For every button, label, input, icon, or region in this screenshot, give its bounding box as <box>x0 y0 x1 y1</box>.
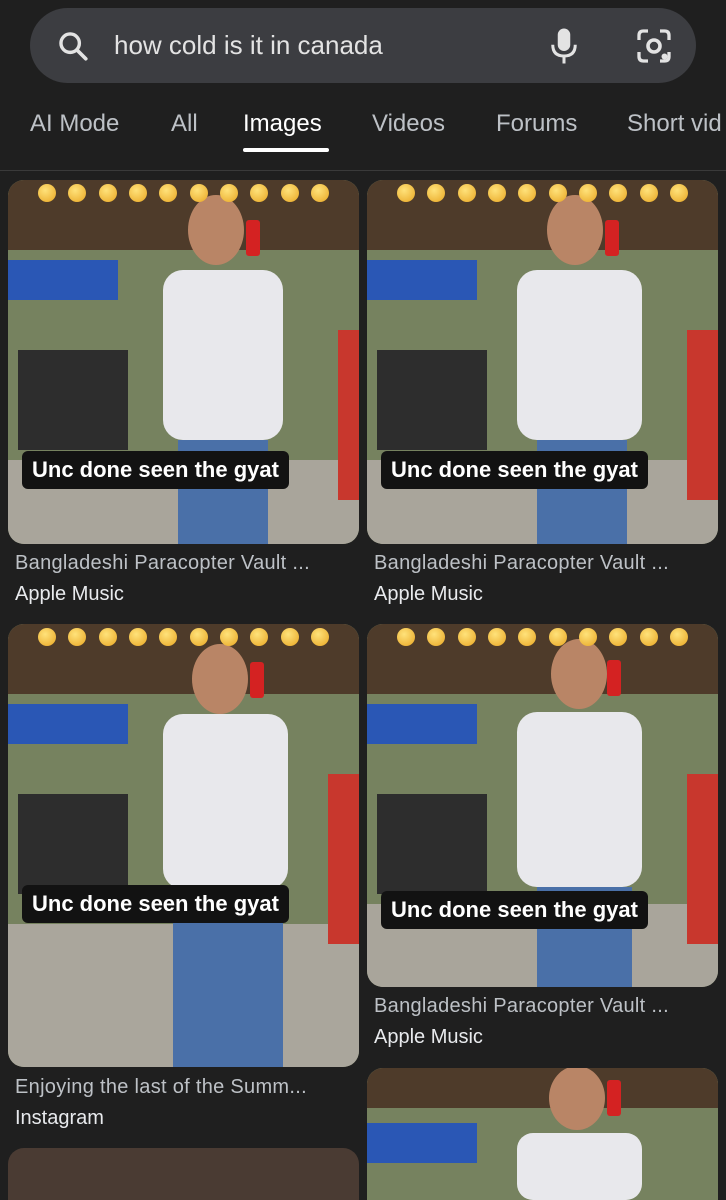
result-source: Apple Music <box>374 583 483 605</box>
result-title[interactable]: Bangladeshi Paracopter Vault ... <box>374 552 669 575</box>
tab-all[interactable]: All <box>171 110 198 138</box>
result-image[interactable]: Unc done seen the gyat <box>8 180 359 544</box>
image-caption: Unc done seen the gyat <box>22 885 289 923</box>
image-caption: Unc done seen the gyat <box>381 891 648 929</box>
tab-images[interactable]: Images <box>243 110 322 138</box>
search-bar[interactable]: how cold is it in canada <box>30 8 696 83</box>
result-image[interactable]: Unc done seen the gyat <box>367 624 718 987</box>
result-image[interactable] <box>367 1068 718 1200</box>
result-title[interactable]: Bangladeshi Paracopter Vault ... <box>374 995 669 1018</box>
emoji-row <box>38 184 329 202</box>
result-source: Instagram <box>15 1107 104 1129</box>
result-image[interactable] <box>8 1148 359 1200</box>
tab-short-videos[interactable]: Short vid <box>627 110 722 138</box>
emoji-row <box>38 628 329 646</box>
search-tabs: AI Mode All Images Videos Forums Short v… <box>0 100 726 171</box>
search-icon[interactable] <box>56 29 90 63</box>
mic-icon[interactable] <box>544 26 584 66</box>
image-caption: Unc done seen the gyat <box>22 451 289 489</box>
search-input[interactable]: how cold is it in canada <box>114 30 544 61</box>
active-tab-indicator <box>243 148 329 152</box>
tab-videos[interactable]: Videos <box>372 110 445 138</box>
emoji-row <box>397 184 688 202</box>
image-caption: Unc done seen the gyat <box>381 451 648 489</box>
result-image[interactable]: Unc done seen the gyat <box>367 180 718 544</box>
camera-lens-icon[interactable] <box>634 26 674 66</box>
result-source: Apple Music <box>374 1026 483 1048</box>
emoji-row <box>397 628 688 646</box>
tab-ai-mode[interactable]: AI Mode <box>30 110 119 138</box>
result-title[interactable]: Bangladeshi Paracopter Vault ... <box>15 552 310 575</box>
tab-forums[interactable]: Forums <box>496 110 577 138</box>
result-title[interactable]: Enjoying the last of the Summ... <box>15 1076 307 1099</box>
result-source: Apple Music <box>15 583 124 605</box>
result-image[interactable]: Unc done seen the gyat <box>8 624 359 1067</box>
